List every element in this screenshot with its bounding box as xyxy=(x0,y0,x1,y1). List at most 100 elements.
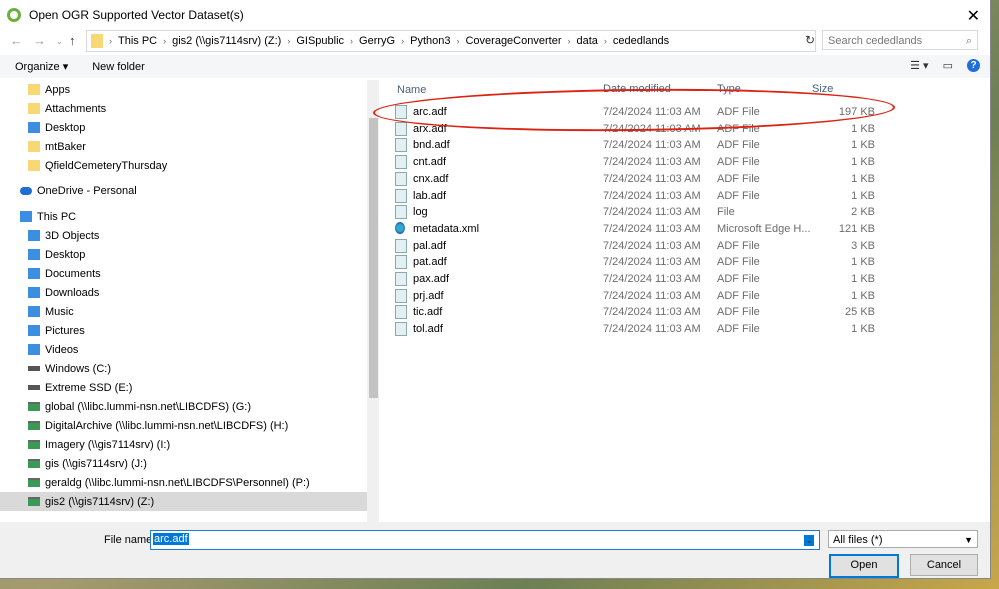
breadcrumb-item[interactable]: GISpublic xyxy=(296,35,344,47)
file-name-label: File name: xyxy=(104,534,156,546)
recent-dropdown-icon[interactable]: ⌄ xyxy=(56,37,63,46)
nav-item-label: Attachments xyxy=(45,102,107,115)
breadcrumb-item[interactable]: data xyxy=(576,35,597,47)
forward-icon[interactable]: → xyxy=(33,33,46,48)
file-row[interactable]: tol.adf 7/24/2024 11:03 AM ADF File 1 KB xyxy=(395,321,875,337)
file-row[interactable]: cnx.adf 7/24/2024 11:03 AM ADF File 1 KB xyxy=(395,171,875,187)
file-row[interactable]: bnd.adf 7/24/2024 11:03 AM ADF File 1 KB xyxy=(395,137,875,153)
breadcrumb-separator-icon[interactable]: › xyxy=(401,36,404,46)
file-type: Microsoft Edge H... xyxy=(717,222,811,235)
folder-icon xyxy=(28,103,40,114)
nav-item[interactable]: Apps xyxy=(0,80,367,99)
search-input[interactable]: Search cededlands ⌕ xyxy=(822,30,978,50)
up-icon[interactable]: ↑ xyxy=(69,33,76,48)
network-drive-icon xyxy=(28,478,40,487)
computer-icon xyxy=(20,211,32,222)
breadcrumb-separator-icon[interactable]: › xyxy=(287,36,290,46)
breadcrumb-item[interactable]: CoverageConverter xyxy=(465,35,561,47)
open-button[interactable]: Open xyxy=(829,554,899,578)
nav-item[interactable]: Attachments xyxy=(0,99,367,118)
cancel-button[interactable]: Cancel xyxy=(910,554,978,576)
breadcrumb-separator-icon[interactable]: › xyxy=(109,36,112,46)
nav-item[interactable]: Desktop xyxy=(0,118,367,137)
breadcrumb-item[interactable]: gis2 (\\gis7114srv) (Z:) xyxy=(172,35,281,47)
nav-item[interactable]: mtBaker xyxy=(0,137,367,156)
new-folder-button[interactable]: New folder xyxy=(92,61,145,73)
file-name: bnd.adf xyxy=(413,139,450,152)
breadcrumb-item[interactable]: cededlands xyxy=(613,35,669,47)
breadcrumb-item[interactable]: GerryG xyxy=(359,35,395,47)
nav-item[interactable]: gis (\\gis7114srv) (J:) xyxy=(0,454,367,473)
breadcrumb-separator-icon[interactable]: › xyxy=(350,36,353,46)
help-icon[interactable]: ? xyxy=(967,59,980,72)
nav-item[interactable]: Extreme SSD (E:) xyxy=(0,378,367,397)
file-row[interactable]: pax.adf 7/24/2024 11:03 AM ADF File 1 KB xyxy=(395,271,875,287)
videos-icon xyxy=(28,344,40,355)
nav-item-label: OneDrive - Personal xyxy=(37,184,137,197)
file-size: 3 KB xyxy=(851,239,875,252)
file-row[interactable]: metadata.xml 7/24/2024 11:03 AM Microsoft … xyxy=(395,221,875,237)
preview-pane-icon[interactable]: ▭ xyxy=(943,59,953,72)
file-type: ADF File xyxy=(717,306,760,319)
nav-item[interactable]: QfieldCemeteryThursday xyxy=(0,156,367,175)
file-type-select[interactable]: All files (*) ▼ xyxy=(828,530,978,548)
cube-icon xyxy=(28,230,40,241)
file-date: 7/24/2024 11:03 AM xyxy=(603,289,701,302)
network-drive-icon xyxy=(28,440,40,449)
nav-item[interactable]: Downloads xyxy=(0,283,367,302)
chevron-down-icon[interactable]: ⌄ xyxy=(804,535,814,546)
nav-item[interactable]: 3D Objects xyxy=(0,226,367,245)
nav-item[interactable]: Imagery (\\gis7114srv) (I:) xyxy=(0,435,367,454)
breadcrumb-separator-icon[interactable]: › xyxy=(163,36,166,46)
breadcrumb-item[interactable]: This PC xyxy=(118,35,157,47)
file-list: Name Date modified Type Size arc.adf 7/24… xyxy=(380,80,990,520)
column-name[interactable]: Name xyxy=(397,84,426,96)
breadcrumb-separator-icon[interactable]: › xyxy=(567,36,570,46)
file-icon xyxy=(395,205,407,220)
cloud-icon xyxy=(20,186,32,195)
nav-item[interactable]: DigitalArchive (\\libc.lummi-nsn.net\LIB… xyxy=(0,416,367,435)
file-size: 1 KB xyxy=(851,139,875,152)
breadcrumb-separator-icon[interactable]: › xyxy=(604,36,607,46)
nav-item[interactable]: OneDrive - Personal xyxy=(0,181,367,200)
file-size: 25 KB xyxy=(845,306,875,319)
nav-item[interactable]: geraldg (\\libc.lummi-nsn.net\LIBCDFS\Pe… xyxy=(0,473,367,492)
file-icon xyxy=(395,121,407,136)
nav-item[interactable]: Documents xyxy=(0,264,367,283)
nav-item[interactable]: Videos xyxy=(0,340,367,359)
file-row[interactable]: lab.adf 7/24/2024 11:03 AM ADF File 1 KB xyxy=(395,188,875,204)
back-icon[interactable]: ← xyxy=(10,33,23,48)
desktop-icon xyxy=(28,122,40,133)
file-row[interactable]: tic.adf 7/24/2024 11:03 AM ADF File 25 KB xyxy=(395,304,875,320)
nav-item[interactable]: gis2 (\\gis7114srv) (Z:) xyxy=(0,492,367,511)
file-row[interactable]: cnt.adf 7/24/2024 11:03 AM ADF File 1 KB xyxy=(395,154,875,170)
file-type: ADF File xyxy=(717,172,760,185)
file-row[interactable]: prj.adf 7/24/2024 11:03 AM ADF File 1 KB xyxy=(395,288,875,304)
file-size: 1 KB xyxy=(851,323,875,336)
nav-item[interactable]: Music xyxy=(0,302,367,321)
file-row[interactable]: log 7/24/2024 11:03 AM File 2 KB xyxy=(395,204,875,220)
organize-button[interactable]: Organize ▾ xyxy=(15,60,68,73)
nav-item[interactable]: This PC xyxy=(0,207,367,226)
dialog-footer: File name: arc.adf ⌄ All files (*) ▼ Open … xyxy=(0,522,990,578)
nav-item[interactable]: global (\\libc.lummi-nsn.net\LIBCDFS) (G… xyxy=(0,397,367,416)
file-row[interactable]: pat.adf 7/24/2024 11:03 AM ADF File 1 KB xyxy=(395,254,875,270)
nav-item[interactable]: Windows (C:) xyxy=(0,359,367,378)
file-size: 1 KB xyxy=(851,172,875,185)
close-icon[interactable]: ✕ xyxy=(967,6,980,26)
refresh-icon[interactable]: ↻ xyxy=(805,33,815,47)
breadcrumb[interactable]: › This PC › gis2 (\\gis7114srv) (Z:) › GISpub… xyxy=(86,30,816,52)
file-name: tic.adf xyxy=(413,306,443,319)
nav-scrollbar-thumb[interactable] xyxy=(369,118,378,398)
file-icon xyxy=(395,255,407,270)
file-row[interactable]: pal.adf 7/24/2024 11:03 AM ADF File 3 KB xyxy=(395,238,875,254)
nav-item[interactable]: Desktop xyxy=(0,245,367,264)
nav-item[interactable]: Pictures xyxy=(0,321,367,340)
file-name-input[interactable]: arc.adf ⌄ xyxy=(150,530,820,550)
breadcrumb-separator-icon[interactable]: › xyxy=(456,36,459,46)
file-date: 7/24/2024 11:03 AM xyxy=(603,273,701,285)
file-name-value: arc.adf xyxy=(153,533,189,545)
file-size: 121 KB xyxy=(838,222,875,235)
breadcrumb-item[interactable]: Python3 xyxy=(410,35,450,47)
view-options-icon[interactable]: ☰ ▾ xyxy=(910,59,928,72)
